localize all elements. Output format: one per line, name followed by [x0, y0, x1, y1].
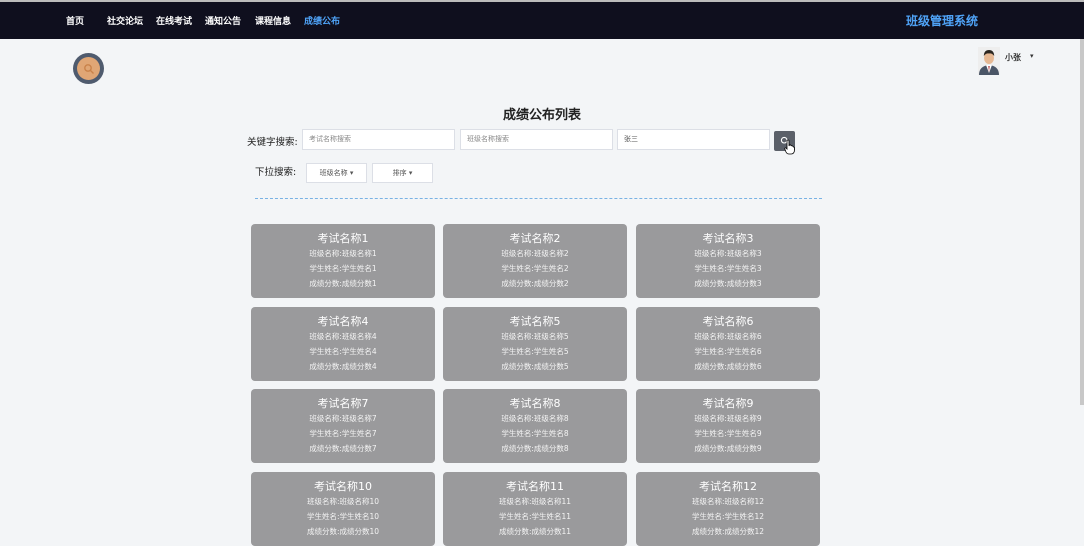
nav-item-course[interactable]: 课程信息: [255, 14, 291, 27]
card-class-name: 班级名称:班级名称3: [694, 249, 762, 258]
score-card[interactable]: 考试名称2 班级名称:班级名称2 学生姓名:学生姓名2 成绩分数:成绩分数2: [443, 224, 627, 298]
brand-title: 班级管理系统: [905, 14, 978, 28]
top-navbar: 首页 社交论坛 在线考试 通知公告 课程信息 成绩公布 班级管理系统: [0, 0, 1084, 39]
card-score: 成绩分数:成绩分数9: [694, 444, 762, 453]
card-class-name: 班级名称:班级名称12: [691, 497, 765, 506]
card-score: 成绩分数:成绩分数12: [691, 527, 765, 536]
card-class-name: 班级名称:班级名称10: [306, 497, 380, 506]
chevron-down-icon[interactable]: ▾: [1030, 52, 1034, 60]
card-exam-title: 考试名称11: [506, 480, 564, 493]
card-student-name: 学生姓名:学生姓名7: [309, 429, 377, 438]
card-score: 成绩分数:成绩分数5: [501, 362, 569, 371]
avatar[interactable]: [978, 47, 1000, 75]
card-score: 成绩分数:成绩分数8: [501, 444, 569, 453]
card-exam-title: 考试名称9: [702, 397, 754, 410]
nav-item-forum[interactable]: 社交论坛: [107, 14, 143, 27]
score-card[interactable]: 考试名称9 班级名称:班级名称9 学生姓名:学生姓名9 成绩分数:成绩分数9: [636, 389, 820, 463]
card-class-name: 班级名称:班级名称9: [694, 414, 762, 423]
card-score: 成绩分数:成绩分数3: [694, 279, 762, 288]
card-class-name: 班级名称:班级名称4: [309, 332, 377, 341]
class-name-search-input[interactable]: 班级名称搜索: [460, 129, 613, 150]
caret-down-icon: ▾: [347, 169, 354, 177]
card-class-name: 班级名称:班级名称2: [501, 249, 569, 258]
nav-item-home[interactable]: 首页: [66, 14, 84, 27]
score-card[interactable]: 考试名称6 班级名称:班级名称6 学生姓名:学生姓名6 成绩分数:成绩分数6: [636, 307, 820, 381]
card-class-name: 班级名称:班级名称7: [309, 414, 377, 423]
card-exam-title: 考试名称4: [317, 315, 369, 328]
score-card[interactable]: 考试名称8 班级名称:班级名称8 学生姓名:学生姓名8 成绩分数:成绩分数8: [443, 389, 627, 463]
section-divider: [255, 198, 822, 199]
card-score: 成绩分数:成绩分数6: [694, 362, 762, 371]
keyword-search-label: 关键字搜索:: [247, 137, 298, 148]
card-class-name: 班级名称:班级名称6: [694, 332, 762, 341]
site-logo[interactable]: [73, 53, 104, 84]
hand-cursor-icon: [784, 139, 795, 155]
card-class-name: 班级名称:班级名称5: [501, 332, 569, 341]
card-student-name: 学生姓名:学生姓名2: [501, 264, 569, 273]
score-card[interactable]: 考试名称7 班级名称:班级名称7 学生姓名:学生姓名7 成绩分数:成绩分数7: [251, 389, 435, 463]
card-class-name: 班级名称:班级名称1: [309, 249, 377, 258]
card-score: 成绩分数:成绩分数1: [309, 279, 377, 288]
nav-item-scores[interactable]: 成绩公布: [304, 14, 340, 27]
score-card[interactable]: 考试名称4 班级名称:班级名称4 学生姓名:学生姓名4 成绩分数:成绩分数4: [251, 307, 435, 381]
class-name-dropdown-label: 班级名称: [319, 169, 348, 177]
card-score: 成绩分数:成绩分数4: [309, 362, 377, 371]
exam-name-search-input[interactable]: 考试名称搜索: [302, 129, 455, 150]
card-exam-title: 考试名称3: [702, 232, 754, 245]
class-name-dropdown[interactable]: 班级名称 ▾: [306, 163, 367, 183]
card-student-name: 学生姓名:学生姓名6: [694, 347, 762, 356]
sort-dropdown-label: 排序: [392, 169, 407, 177]
score-card[interactable]: 考试名称3 班级名称:班级名称3 学生姓名:学生姓名3 成绩分数:成绩分数3: [636, 224, 820, 298]
card-student-name: 学生姓名:学生姓名1: [309, 264, 377, 273]
card-student-name: 学生姓名:学生姓名9: [694, 429, 762, 438]
score-card[interactable]: 考试名称5 班级名称:班级名称5 学生姓名:学生姓名5 成绩分数:成绩分数5: [443, 307, 627, 381]
card-student-name: 学生姓名:学生姓名3: [694, 264, 762, 273]
card-class-name: 班级名称:班级名称11: [498, 497, 572, 506]
card-student-name: 学生姓名:学生姓名4: [309, 347, 377, 356]
score-card[interactable]: 考试名称12 班级名称:班级名称12 学生姓名:学生姓名12 成绩分数:成绩分数12: [636, 472, 820, 546]
card-score: 成绩分数:成绩分数7: [309, 444, 377, 453]
card-exam-title: 考试名称7: [317, 397, 369, 410]
card-exam-title: 考试名称10: [314, 480, 372, 493]
card-exam-title: 考试名称6: [702, 315, 754, 328]
score-card[interactable]: 考试名称1 班级名称:班级名称1 学生姓名:学生姓名1 成绩分数:成绩分数1: [251, 224, 435, 298]
page-title: 成绩公布列表: [502, 108, 581, 123]
card-class-name: 班级名称:班级名称8: [501, 414, 569, 423]
dropdown-search-label: 下拉搜索:: [255, 167, 297, 178]
score-card[interactable]: 考试名称11 班级名称:班级名称11 学生姓名:学生姓名11 成绩分数:成绩分数11: [443, 472, 627, 546]
card-exam-title: 考试名称8: [509, 397, 561, 410]
magnifier-icon: [83, 63, 94, 74]
card-student-name: 学生姓名:学生姓名8: [501, 429, 569, 438]
student-name-search-input[interactable]: 张三: [617, 129, 770, 150]
card-student-name: 学生姓名:学生姓名5: [501, 347, 569, 356]
card-exam-title: 考试名称12: [699, 480, 757, 493]
sort-dropdown[interactable]: 排序 ▾: [372, 163, 433, 183]
card-score: 成绩分数:成绩分数11: [498, 527, 572, 536]
nav-item-notice[interactable]: 通知公告: [205, 14, 241, 27]
card-student-name: 学生姓名:学生姓名12: [691, 512, 765, 521]
score-card[interactable]: 考试名称10 班级名称:班级名称10 学生姓名:学生姓名10 成绩分数:成绩分数10: [251, 472, 435, 546]
card-exam-title: 考试名称2: [509, 232, 561, 245]
caret-down-icon: ▾: [406, 169, 413, 177]
card-student-name: 学生姓名:学生姓名11: [498, 512, 572, 521]
card-exam-title: 考试名称5: [509, 315, 561, 328]
user-name[interactable]: 小张: [1005, 52, 1021, 63]
nav-item-exam[interactable]: 在线考试: [156, 14, 192, 27]
card-student-name: 学生姓名:学生姓名10: [306, 512, 380, 521]
card-exam-title: 考试名称1: [317, 232, 369, 245]
card-score: 成绩分数:成绩分数2: [501, 279, 569, 288]
card-score: 成绩分数:成绩分数10: [306, 527, 380, 536]
page-scrollbar[interactable]: [1080, 39, 1084, 405]
